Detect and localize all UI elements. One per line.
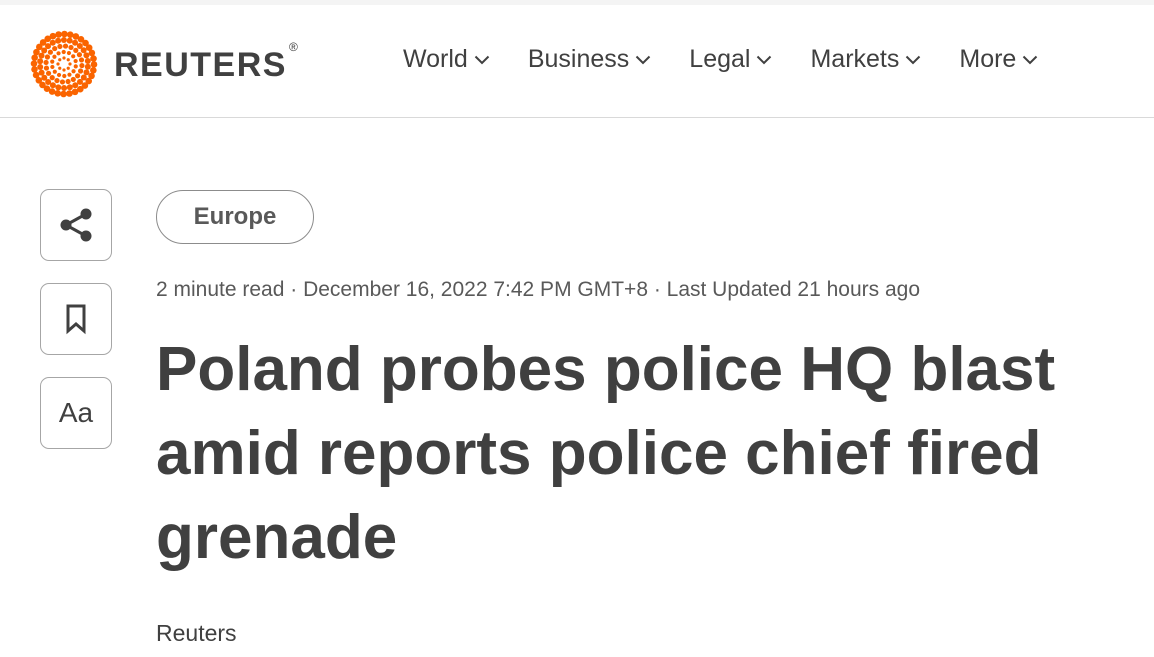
article-meta: 2 minute read · December 16, 2022 7:42 P… bbox=[156, 278, 921, 301]
text-size-button[interactable]: Aa bbox=[40, 377, 112, 449]
article-headline: Poland probes police HQ blast amid repor… bbox=[156, 335, 1056, 572]
chevron-down-icon bbox=[906, 55, 921, 64]
bookmark-button[interactable] bbox=[40, 283, 112, 355]
nav-item-world[interactable]: World bbox=[403, 45, 490, 74]
nav-item-label: Business bbox=[527, 45, 630, 73]
text-size-label: Aa bbox=[58, 397, 94, 428]
section-tag-label: Europe bbox=[193, 203, 277, 230]
registered-mark: ® bbox=[288, 39, 300, 54]
article-byline[interactable]: Reuters bbox=[156, 620, 1116, 647]
logo-wordmark: REUTERS ® bbox=[114, 39, 300, 84]
chevron-down-icon bbox=[1023, 55, 1038, 64]
site-header: REUTERS ® World Business Legal Markets Mo… bbox=[0, 5, 1154, 118]
article-tools-sidebar: Aa bbox=[40, 189, 112, 471]
bookmark-icon bbox=[66, 304, 86, 335]
reuters-logo[interactable]: REUTERS ® bbox=[28, 28, 299, 100]
chevron-down-icon bbox=[757, 55, 772, 64]
chevron-down-icon bbox=[636, 55, 651, 64]
nav-item-label: Legal bbox=[689, 45, 751, 73]
article-header: Europe 2 minute read · December 16, 2022… bbox=[156, 190, 1116, 647]
main-nav: World Business Legal Markets More bbox=[403, 45, 1038, 74]
nav-item-label: Markets bbox=[810, 45, 900, 73]
share-icon bbox=[60, 208, 92, 242]
nav-item-markets[interactable]: Markets bbox=[810, 45, 921, 74]
share-button[interactable] bbox=[40, 189, 112, 261]
nav-item-more[interactable]: More bbox=[959, 45, 1038, 74]
section-tag-europe[interactable]: Europe bbox=[156, 190, 314, 244]
nav-item-legal[interactable]: Legal bbox=[689, 45, 772, 74]
nav-item-business[interactable]: Business bbox=[528, 45, 651, 74]
nav-item-label: World bbox=[403, 45, 468, 73]
reuters-logo-icon bbox=[30, 30, 98, 98]
nav-item-label: More bbox=[959, 45, 1017, 73]
chevron-down-icon bbox=[474, 55, 490, 64]
